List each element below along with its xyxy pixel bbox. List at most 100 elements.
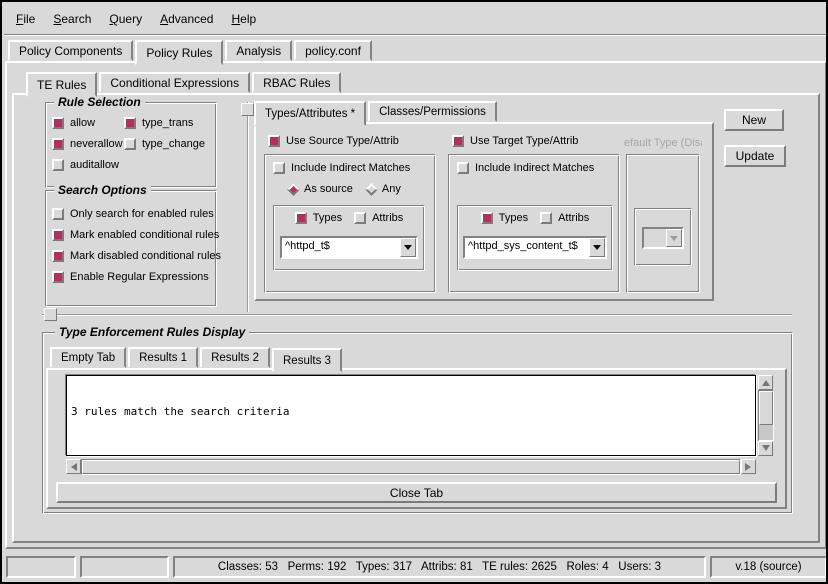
vertical-sash-handle[interactable]	[241, 103, 254, 116]
results-page: 3 rules match the search criteria (5822)…	[46, 368, 787, 509]
default-type-value	[644, 229, 666, 247]
scroll-right-icon[interactable]	[741, 459, 756, 474]
checkbox-indicator	[540, 212, 552, 224]
tab-conditional-expressions[interactable]: Conditional Expressions	[99, 72, 250, 93]
checkbox-indicator	[354, 212, 366, 224]
checkbox-indicator	[124, 138, 136, 150]
checkbox-indicator	[52, 159, 64, 171]
menu-bar: File Search Query Advanced Help	[4, 4, 826, 34]
checkbox-use-target[interactable]: Use Target Type/Attrib	[452, 135, 578, 147]
tab-te-rules[interactable]: TE Rules	[26, 72, 97, 97]
source-type-combobox[interactable]: ^httpd_t$	[280, 236, 418, 259]
checkbox-enable-regex[interactable]: Enable Regular Expressions	[52, 271, 221, 283]
tab-analysis[interactable]: Analysis	[225, 40, 292, 61]
radio-as-source[interactable]: As source	[289, 183, 353, 195]
tab-policy-conf[interactable]: policy.conf	[294, 40, 372, 61]
checkbox-indicator	[481, 212, 493, 224]
update-button[interactable]: Update	[724, 145, 786, 167]
menu-query[interactable]: Query	[109, 12, 142, 26]
checkbox-source-attribs[interactable]: Attribs	[354, 212, 403, 224]
new-button[interactable]: New	[724, 109, 784, 131]
rule-selection-title: Rule Selection	[54, 95, 145, 109]
vscroll-thumb[interactable]	[759, 391, 773, 425]
checkbox-indicator	[457, 162, 469, 174]
checkbox-type-trans[interactable]: type_trans	[124, 117, 212, 129]
te-rules-display-title: Type Enforcement Rules Display	[55, 325, 249, 339]
combo-dropdown-arrow-icon[interactable]	[400, 238, 416, 257]
checkbox-target-types[interactable]: Types	[481, 212, 528, 224]
checkbox-mark-enabled-conditional[interactable]: Mark enabled conditional rules	[52, 229, 221, 241]
tab-empty[interactable]: Empty Tab	[50, 347, 126, 368]
radio-indicator	[365, 183, 378, 196]
target-types-box: Types Attribs ^httpd_sys_content_t$	[457, 205, 613, 271]
tab-results-2[interactable]: Results 2	[200, 347, 270, 368]
checkbox-neverallow[interactable]: neverallow	[52, 138, 124, 150]
results-summary: 3 rules match the search criteria	[71, 405, 755, 419]
checkbox-type-change[interactable]: type_change	[124, 138, 212, 150]
te-rules-display-group: Type Enforcement Rules Display Empty Tab…	[42, 332, 793, 514]
checkbox-use-source[interactable]: Use Source Type/Attrib	[268, 135, 399, 147]
target-frame: Include Indirect Matches Types Attribs ^…	[448, 154, 620, 293]
menu-advanced[interactable]: Advanced	[160, 12, 213, 26]
horizontal-scrollbar[interactable]	[66, 459, 756, 475]
tab-policy-components[interactable]: Policy Components	[8, 40, 133, 61]
vertical-sash	[247, 102, 248, 312]
checkbox-auditallow[interactable]: auditallow	[52, 159, 124, 171]
types-attributes-panel: Use Source Type/Attrib Include Indirect …	[254, 122, 714, 301]
checkbox-indicator	[452, 135, 464, 147]
scroll-left-icon[interactable]	[66, 459, 81, 474]
close-tab-button[interactable]: Close Tab	[56, 482, 777, 503]
vertical-scrollbar[interactable]	[758, 375, 774, 456]
checkbox-indicator	[268, 135, 280, 147]
tab-types-attributes[interactable]: Types/Attributes *	[254, 101, 366, 126]
results-tab-bar: Empty Tab Results 1 Results 2 Results 3	[50, 346, 344, 370]
tab-rbac-rules[interactable]: RBAC Rules	[252, 72, 341, 93]
checkbox-indicator	[52, 250, 64, 262]
combo-dropdown-arrow-icon	[666, 229, 682, 247]
menu-file[interactable]: File	[16, 12, 35, 26]
te-tab-bar: TE Rules Conditional Expressions RBAC Ru…	[26, 70, 343, 95]
radio-any[interactable]: Any	[367, 183, 401, 195]
checkbox-allow[interactable]: allow	[52, 117, 124, 129]
checkbox-source-types[interactable]: Types	[295, 212, 342, 224]
target-type-combobox[interactable]: ^httpd_sys_content_t$	[463, 236, 607, 259]
tab-results-3[interactable]: Results 3	[272, 348, 342, 372]
source-types-box: Types Attribs ^httpd_t$	[273, 205, 425, 271]
source-type-value: ^httpd_t$	[282, 238, 400, 257]
checkbox-mark-disabled-conditional[interactable]: Mark disabled conditional rules	[52, 250, 221, 262]
source-frame: Include Indirect Matches As source Any T…	[264, 154, 436, 293]
search-options-title: Search Options	[54, 183, 151, 197]
status-segment-mid	[80, 556, 169, 578]
scroll-up-icon[interactable]	[758, 375, 773, 390]
checkbox-source-indirect[interactable]: Include Indirect Matches	[273, 162, 410, 174]
checkbox-only-enabled-rules[interactable]: Only search for enabled rules	[52, 208, 221, 220]
horizontal-sash-handle[interactable]	[44, 308, 57, 321]
checkbox-target-attribs[interactable]: Attribs	[540, 212, 589, 224]
menu-search[interactable]: Search	[53, 12, 91, 26]
checkbox-indicator	[52, 208, 64, 220]
checkbox-indicator	[52, 271, 64, 283]
status-bar: Classes: 53 Perms: 192 Types: 317 Attrib…	[4, 556, 828, 582]
search-options-group: Search Options Only search for enabled r…	[45, 190, 217, 307]
tab-policy-rules[interactable]: Policy Rules	[135, 40, 223, 65]
checkbox-indicator	[52, 138, 64, 150]
rule-selection-group: Rule Selection allow type_trans neverall…	[45, 102, 217, 188]
hscroll-thumb[interactable]	[82, 460, 740, 474]
menu-help[interactable]: Help	[231, 12, 256, 26]
checkbox-indicator	[295, 212, 307, 224]
target-type-value: ^httpd_sys_content_t$	[465, 238, 589, 257]
default-type-combobox	[642, 227, 684, 249]
horizontal-sash	[42, 314, 792, 315]
main-tab-bar: Policy Components Policy Rules Analysis …	[8, 38, 374, 63]
default-type-label: efault Type (Disa	[624, 137, 702, 149]
combo-dropdown-arrow-icon[interactable]	[589, 238, 605, 257]
status-stats: Classes: 53 Perms: 192 Types: 317 Attrib…	[173, 556, 706, 578]
checkbox-target-indirect[interactable]: Include Indirect Matches	[457, 162, 594, 174]
results-text[interactable]: 3 rules match the search criteria (5822)…	[66, 375, 756, 456]
checkbox-indicator	[52, 229, 64, 241]
scroll-down-icon[interactable]	[758, 441, 773, 456]
tab-results-1[interactable]: Results 1	[128, 347, 198, 368]
radio-indicator	[287, 183, 300, 196]
tab-classes-permissions[interactable]: Classes/Permissions	[368, 101, 497, 122]
checkbox-indicator	[52, 117, 64, 129]
